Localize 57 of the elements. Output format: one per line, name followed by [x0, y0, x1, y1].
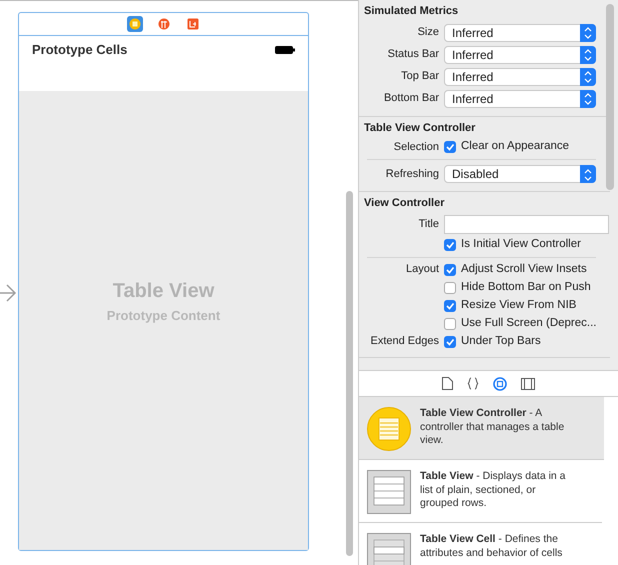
table-icon [367, 470, 411, 514]
dropdown[interactable]: Inferred [444, 90, 596, 108]
controller-icon [367, 407, 411, 451]
stepper-arrows-icon [580, 46, 596, 64]
field-label: Title [418, 218, 439, 230]
scrollbar-thumb[interactable] [346, 191, 353, 556]
checkbox-label: Use Full Screen (Deprec... [461, 316, 596, 331]
dropdown[interactable]: Inferred [444, 68, 596, 86]
item-description: Table View Cell - Defines the attributes and behavior of cells [420, 533, 564, 561]
field-label: Layout [406, 263, 439, 276]
dropdown[interactable]: Inferred [444, 24, 596, 42]
object-library-icon[interactable] [493, 376, 507, 390]
section-title: Simulated Metrics [364, 4, 460, 19]
navigation-title: Prototype Cells [32, 41, 128, 59]
file-icon[interactable] [442, 377, 453, 390]
checkbox-label: Clear on Appearance [461, 139, 570, 154]
checkbox-label: Is Initial View Controller [461, 236, 581, 252]
library-item[interactable]: Table View Controller - A controller that manages a table view. [359, 397, 604, 460]
dropdown[interactable]: Inferred [444, 46, 596, 64]
entry-arrow-icon [0, 284, 17, 302]
field-label: Extend Edges [370, 335, 439, 348]
film-strip-icon[interactable] [521, 378, 535, 390]
stepper-arrows-icon [580, 24, 596, 42]
view-controller-icon[interactable] [126, 16, 142, 32]
braces-icon[interactable] [467, 377, 479, 390]
table-view-title: Table View [112, 278, 214, 304]
section-title: View Controller [364, 196, 446, 211]
library-item[interactable]: Table View Cell - Defines the attributes and behavior of cells [359, 523, 602, 565]
stepper-arrows-icon [580, 68, 596, 86]
scrollbar-thumb[interactable] [606, 4, 614, 190]
stepper-arrows-icon [580, 90, 596, 108]
item-description: Table View Controller - A controller that manages a table view. [420, 407, 566, 448]
field-label: Refreshing [386, 168, 439, 180]
exit-icon[interactable] [184, 16, 200, 32]
checkbox[interactable] [444, 264, 456, 276]
checkbox-label: Resize View From NIB [461, 298, 576, 313]
section-title: Table View Controller [364, 120, 476, 136]
checkbox[interactable] [444, 282, 456, 294]
checkbox[interactable] [444, 300, 456, 312]
field-label: Bottom Bar [384, 92, 439, 104]
stepper-arrows-icon [580, 165, 596, 183]
field-label: Top Bar [401, 70, 439, 82]
item-description: Table View - Displays data in a list of plain, sectioned, or grouped rows. [420, 470, 567, 512]
library-item[interactable]: Table View - Displays data in a list of plain, sectioned, or grouped rows. [359, 460, 602, 523]
checkbox-label: Hide Bottom Bar on Push [461, 280, 591, 295]
field-label: Selection [394, 140, 439, 153]
checkbox[interactable] [444, 238, 456, 250]
first-responder-icon[interactable] [156, 16, 172, 32]
field-label: Size [418, 26, 439, 38]
checkbox[interactable] [444, 318, 456, 330]
field-label: Status Bar [388, 48, 439, 60]
checkbox-label: Adjust Scroll View Insets [461, 262, 587, 277]
checkbox-label: Under Top Bars [461, 334, 541, 349]
checkbox[interactable] [444, 141, 456, 153]
dropdown[interactable]: Disabled [444, 165, 596, 183]
text-field[interactable] [444, 215, 609, 234]
checkbox[interactable] [444, 336, 456, 348]
